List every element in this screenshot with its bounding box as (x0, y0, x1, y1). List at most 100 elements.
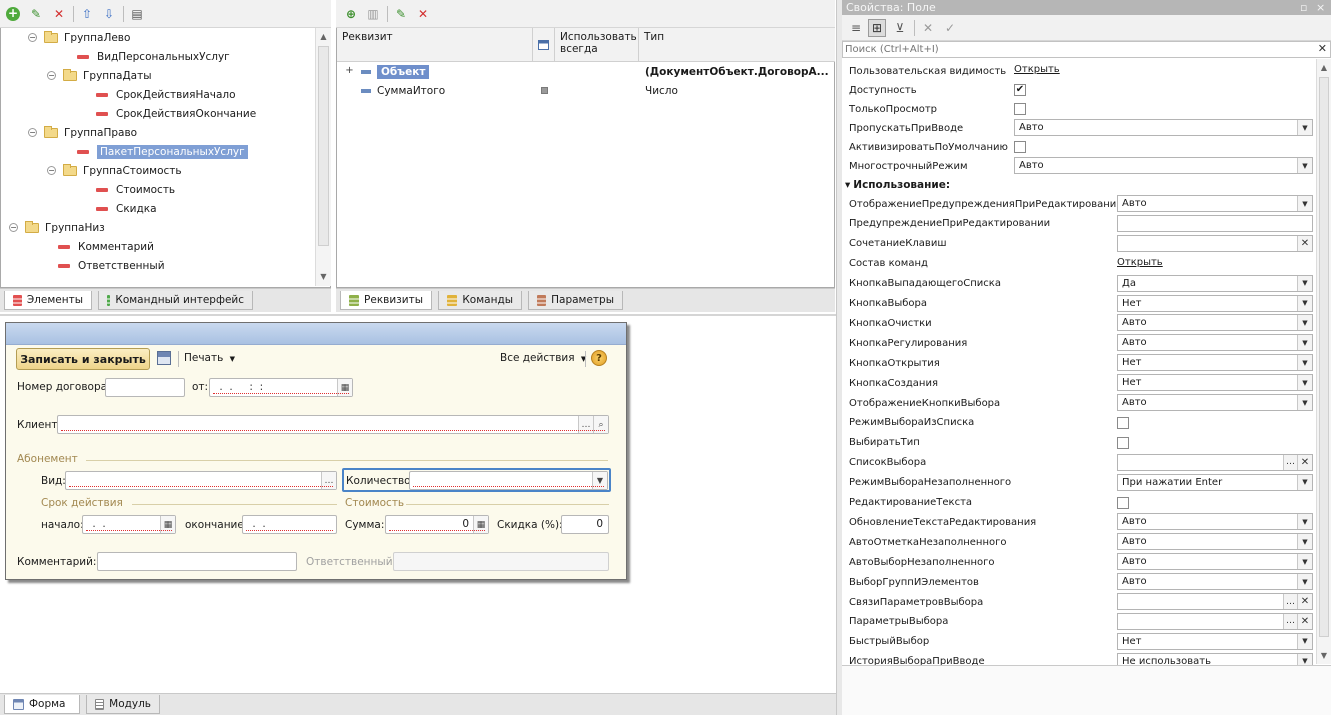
delete-attribute-icon[interactable]: ✕ (414, 5, 432, 23)
clear-icon[interactable]: ✕ (1297, 613, 1312, 629)
clear-icon[interactable]: ✕ (1297, 235, 1312, 251)
collapse-icon[interactable]: − (47, 71, 56, 80)
calendar-icon[interactable]: ▦ (337, 379, 352, 396)
contract-date-input[interactable]: . . : : ▦ (209, 378, 353, 397)
scroll-up-icon[interactable]: ▲ (1317, 59, 1331, 75)
apply-icon[interactable]: ✓ (941, 19, 959, 37)
select-ellipsis-icon[interactable]: … (1283, 613, 1297, 629)
property-checkbox[interactable] (1117, 436, 1129, 449)
add-icon[interactable]: + (4, 5, 22, 23)
chevron-down-icon[interactable]: ▼ (1297, 196, 1312, 211)
elements-scrollbar[interactable]: ▲ ▼ (315, 28, 331, 286)
scroll-down-icon[interactable]: ▼ (1317, 647, 1331, 663)
cancel-icon[interactable]: ✕ (919, 19, 937, 37)
attributes-header-attr[interactable]: Реквизит (337, 28, 533, 62)
tree-group-item[interactable]: − ГруппаСтоимость (47, 161, 182, 180)
property-value-field[interactable]: Авто ▼ (1014, 157, 1313, 174)
chevron-down-icon[interactable]: ▼ (1297, 295, 1312, 311)
properties-search[interactable]: ✕ (842, 41, 1331, 58)
tab-parameters[interactable]: Параметры (528, 291, 623, 310)
start-date-input[interactable]: . . ▦ (82, 515, 176, 534)
property-value-field[interactable]: … ✕ (1117, 612, 1313, 630)
property-value-field[interactable]: ✕ (1117, 234, 1313, 252)
tree-field-item[interactable]: ВидПерсональныхУслуг (47, 47, 230, 66)
chevron-down-icon[interactable]: ▼ (592, 472, 607, 489)
quantity-input[interactable]: ▼ (409, 471, 608, 490)
chevron-down-icon[interactable]: ▼ (1297, 574, 1312, 590)
scroll-thumb[interactable] (1319, 77, 1329, 637)
tab-command-interface[interactable]: Командный интерфейс (98, 291, 253, 310)
collapse-section-icon[interactable]: ▾ (845, 179, 850, 191)
form-items-icon[interactable]: ▤ (128, 5, 146, 23)
property-value-field[interactable]: При нажатии Enter ▼ (1117, 473, 1313, 491)
chevron-down-icon[interactable]: ▼ (1297, 275, 1312, 291)
edit-icon[interactable]: ✎ (27, 5, 45, 23)
chevron-down-icon[interactable]: ▼ (1297, 395, 1312, 410)
property-value-field[interactable]: Авто ▼ (1117, 334, 1313, 352)
pin-icon[interactable]: ▫ (1300, 0, 1307, 15)
tab-commands[interactable]: Команды (438, 291, 522, 310)
tree-field-item[interactable]: СрокДействияОкончание (66, 104, 256, 123)
property-value-field[interactable]: Да ▼ (1117, 274, 1313, 292)
tab-module[interactable]: Модуль (86, 695, 160, 714)
tab-attributes[interactable]: Реквизиты (340, 291, 432, 310)
select-ellipsis-icon[interactable]: … (1283, 454, 1297, 470)
tree-field-item[interactable]: Скидка (66, 199, 157, 218)
chevron-down-icon[interactable]: ▼ (1297, 335, 1312, 351)
tree-group-item[interactable]: − ГруппаДаты (47, 66, 152, 85)
save-icon[interactable] (157, 351, 171, 365)
property-value-field[interactable]: … ✕ (1117, 453, 1313, 471)
delete-icon[interactable]: ✕ (50, 5, 68, 23)
clear-icon[interactable]: ✕ (1297, 454, 1312, 470)
calendar-icon[interactable]: ▦ (160, 516, 175, 533)
attribute-row[interactable]: СуммаИтого Число (337, 81, 835, 100)
expand-icon[interactable]: + (345, 66, 354, 76)
properties-search-input[interactable] (845, 43, 1305, 56)
client-input[interactable]: … ⌕ (57, 415, 609, 434)
properties-scrollbar[interactable]: ▲ ▼ (1316, 59, 1331, 664)
chevron-down-icon[interactable]: ▼ (1297, 158, 1312, 173)
property-checkbox[interactable] (1117, 496, 1129, 509)
attributes-header-use-always[interactable]: Использовать всегда (555, 28, 639, 62)
property-value-field[interactable]: Авто ▼ (1117, 195, 1313, 212)
collapse-icon[interactable]: − (9, 223, 18, 232)
collapse-icon[interactable]: − (28, 33, 37, 42)
property-checkbox[interactable] (1014, 103, 1026, 115)
section-header-use[interactable]: ▾ Использование: (845, 175, 950, 195)
chevron-down-icon[interactable]: ▼ (1297, 474, 1312, 490)
property-value-field[interactable]: Авто ▼ (1117, 553, 1313, 571)
attributes-header-type[interactable]: Тип (639, 28, 835, 62)
tree-field-item[interactable]: Стоимость (66, 180, 175, 199)
property-value-field[interactable]: Авто ▼ (1117, 394, 1313, 411)
open-link[interactable]: Открыть (1014, 64, 1060, 75)
tab-form[interactable]: Форма (4, 695, 80, 714)
chevron-down-icon[interactable]: ▼ (1297, 315, 1312, 331)
tree-field-item[interactable]: ПакетПерсональныхУслуг (47, 142, 248, 161)
move-up-icon[interactable]: ⇧ (78, 5, 96, 23)
property-value-field[interactable]: Нет ▼ (1117, 632, 1313, 650)
scroll-down-icon[interactable]: ▼ (316, 268, 331, 284)
tree-group-item[interactable]: − ГруппаПраво (28, 123, 137, 142)
open-link[interactable]: Открыть (1117, 257, 1163, 268)
chevron-down-icon[interactable]: ▼ (1297, 633, 1312, 649)
chevron-down-icon[interactable]: ▼ (1297, 355, 1312, 371)
property-value-field[interactable]: Нет ▼ (1117, 374, 1313, 392)
chevron-down-icon[interactable]: ▼ (1297, 120, 1312, 135)
chevron-down-icon[interactable]: ▼ (1297, 554, 1312, 570)
move-down-icon[interactable]: ⇩ (100, 5, 118, 23)
select-ellipsis-icon[interactable]: … (321, 472, 336, 489)
attributes-header-icon[interactable] (533, 28, 555, 62)
tree-field-item[interactable]: СрокДействияНачало (66, 85, 236, 104)
property-value-field[interactable] (1117, 214, 1313, 232)
help-icon[interactable]: ? (591, 350, 607, 366)
property-value-field[interactable]: … ✕ (1117, 593, 1313, 610)
chevron-down-icon[interactable]: ▼ (1297, 514, 1312, 530)
filter-icon[interactable]: ⊻ (891, 19, 909, 37)
property-value-field[interactable]: Нет ▼ (1117, 294, 1313, 312)
calculator-icon[interactable]: ▦ (473, 516, 488, 533)
add-attribute-icon[interactable]: ⊕ (342, 5, 360, 23)
property-value-field[interactable]: Авто ▼ (1117, 533, 1313, 551)
edit-attribute-icon[interactable]: ✎ (392, 5, 410, 23)
close-icon[interactable]: × (1316, 0, 1325, 15)
tab-elements[interactable]: Элементы (4, 291, 92, 310)
